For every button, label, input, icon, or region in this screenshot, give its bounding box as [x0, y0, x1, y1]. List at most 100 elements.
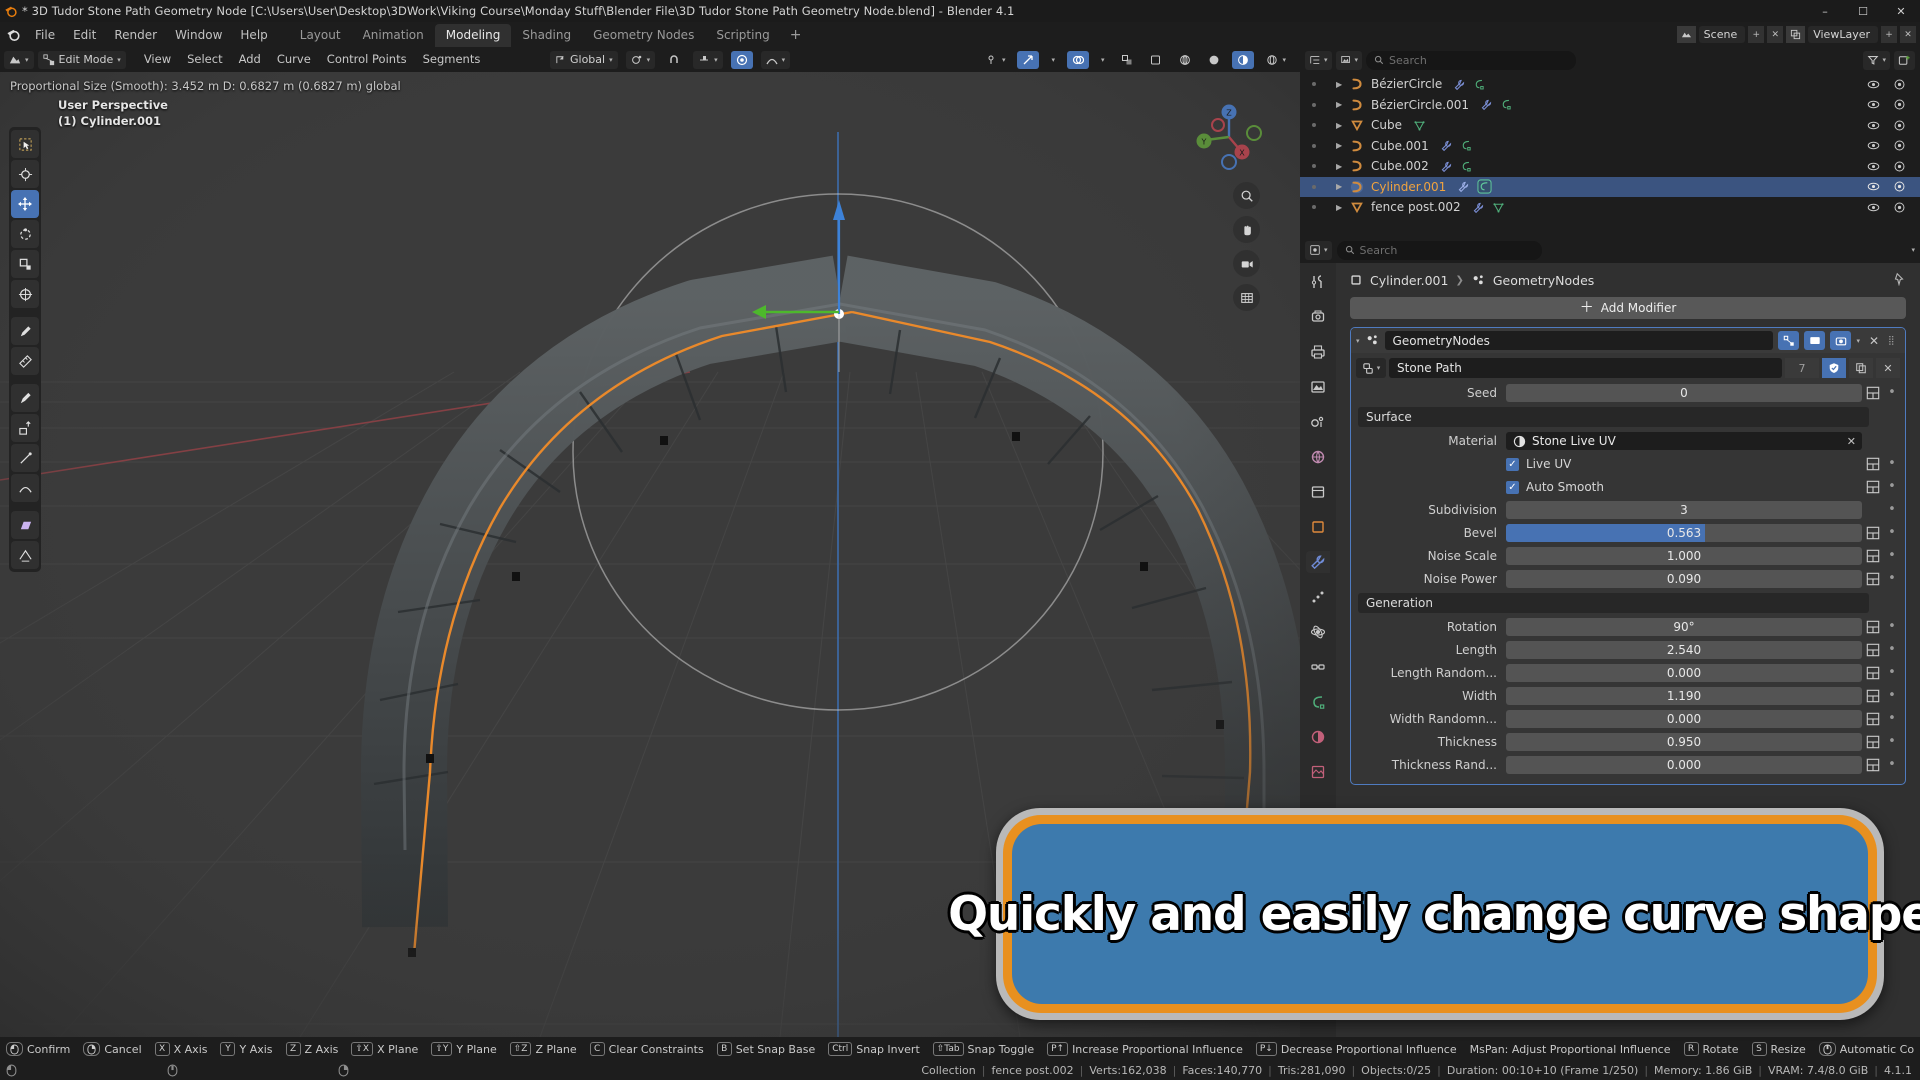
animate-property-dot[interactable]: •	[1884, 645, 1900, 655]
outliner-display-mode-button[interactable]: ▾	[1336, 51, 1363, 70]
animate-property-dot[interactable]: •	[1884, 388, 1900, 398]
scene-browse-icon[interactable]	[1677, 26, 1696, 43]
expand-triangle-icon[interactable]: ▶	[1336, 203, 1342, 212]
outliner-search-input[interactable]: Search	[1366, 51, 1576, 70]
menu-help[interactable]: Help	[231, 24, 276, 46]
toggle-ortho-icon[interactable]	[1233, 284, 1260, 311]
auto-smooth-checkbox[interactable]: ✓	[1506, 481, 1519, 494]
outliner-item-cube-001[interactable]: ▶ Cube.001	[1300, 136, 1920, 157]
properties-search-input[interactable]: Search	[1337, 241, 1542, 260]
drag-handle-icon[interactable]: ⣿	[1888, 338, 1900, 344]
section-generation[interactable]: Generation	[1358, 593, 1869, 613]
tab-layout[interactable]: Layout	[289, 24, 352, 47]
tab-texture[interactable]	[1306, 761, 1330, 783]
viewport-menu-curve[interactable]: Curve	[269, 47, 319, 72]
input-attribute-toggle[interactable]	[1862, 480, 1884, 494]
breadcrumb-object-name[interactable]: Cylinder.001	[1370, 273, 1448, 288]
input-attribute-toggle[interactable]	[1862, 666, 1884, 680]
breadcrumb-modifier-name[interactable]: GeometryNodes	[1493, 273, 1594, 288]
input-attribute-toggle[interactable]	[1862, 386, 1884, 400]
expand-triangle-icon[interactable]: ▶	[1336, 121, 1342, 130]
property-value-field[interactable]: 3	[1506, 501, 1862, 519]
modifier-extras-chevron-icon[interactable]: ▾	[1856, 337, 1860, 345]
modifier-expand-chevron-icon[interactable]: ▾	[1356, 337, 1360, 345]
property-value-field[interactable]: 0.000	[1506, 710, 1862, 728]
pan-hand-icon[interactable]	[1233, 216, 1260, 243]
tool-cursor-icon[interactable]	[11, 160, 39, 188]
shading-rendered-button[interactable]	[1232, 51, 1254, 69]
tool-tilt-icon[interactable]	[11, 474, 39, 502]
scene-selector[interactable]: Scene	[1699, 26, 1746, 43]
show-in-render-toggle[interactable]	[1830, 331, 1851, 350]
property-value-field[interactable]: 0.000	[1506, 756, 1862, 774]
show-gizmo-toggle[interactable]	[1017, 51, 1039, 69]
viewport-menu-view[interactable]: View	[136, 47, 179, 72]
tab-animation[interactable]: Animation	[352, 24, 435, 47]
menu-window[interactable]: Window	[166, 24, 231, 46]
proportional-editing-toggle[interactable]	[731, 51, 753, 69]
editor-type-button[interactable]: ▾	[4, 51, 34, 69]
expand-triangle-icon[interactable]: ▶	[1336, 141, 1342, 150]
tool-scale-icon[interactable]	[11, 250, 39, 278]
properties-options-chevron-icon[interactable]: ▾	[1911, 246, 1915, 254]
navigation-gizmo[interactable]: Z Y X	[1194, 102, 1264, 172]
input-attribute-toggle[interactable]	[1862, 758, 1884, 772]
tool-transform-icon[interactable]	[11, 280, 39, 308]
animate-property-dot[interactable]: •	[1884, 622, 1900, 632]
xray-toggle[interactable]	[1116, 51, 1138, 69]
outliner-item-fence-post-002[interactable]: ▶ fence post.002	[1300, 197, 1920, 218]
tool-radius-icon[interactable]	[11, 444, 39, 472]
viewport-menu-segments[interactable]: Segments	[415, 47, 489, 72]
property-value-field[interactable]: 90°	[1506, 618, 1862, 636]
tab-modeling[interactable]: Modeling	[435, 24, 512, 47]
expand-triangle-icon[interactable]: ▶	[1336, 182, 1342, 191]
unlink-material-button[interactable]: ✕	[1847, 435, 1856, 448]
new-scene-button[interactable]: +	[1748, 26, 1764, 43]
pin-icon[interactable]	[1892, 271, 1906, 290]
tab-collection[interactable]	[1306, 481, 1330, 503]
outliner-item-cube[interactable]: ▶ Cube	[1300, 115, 1920, 136]
tab-output[interactable]	[1306, 341, 1330, 363]
animate-property-dot[interactable]: •	[1884, 668, 1900, 678]
add-workspace-button[interactable]: +	[781, 24, 811, 47]
property-value-field[interactable]: 1.000	[1506, 547, 1862, 565]
viewport-menu-control-points[interactable]: Control Points	[319, 47, 415, 72]
outliner-item-beziercircle-001[interactable]: ▶ BézierCircle.001	[1300, 95, 1920, 116]
overlay-options-chevron[interactable]: ▾	[1096, 51, 1110, 69]
input-attribute-toggle[interactable]	[1862, 572, 1884, 586]
node-group-name-field[interactable]: Stone Path	[1389, 358, 1782, 378]
fake-user-toggle[interactable]	[1822, 358, 1846, 378]
input-attribute-toggle[interactable]	[1862, 712, 1884, 726]
outliner-editor-type-button[interactable]: ▾	[1305, 51, 1332, 70]
tool-annotate-icon[interactable]	[11, 317, 39, 345]
expand-triangle-icon[interactable]: ▶	[1336, 100, 1342, 109]
material-value-field[interactable]: Stone Live UV ✕	[1506, 432, 1862, 450]
node-group-users-count[interactable]: 7	[1785, 358, 1819, 378]
tab-object-data[interactable]	[1306, 691, 1330, 713]
outliner-filter-button[interactable]: ▾	[1863, 51, 1890, 70]
animate-property-dot[interactable]: •	[1884, 551, 1900, 561]
animate-property-dot[interactable]: •	[1884, 505, 1900, 515]
shading-solid-button[interactable]	[1174, 51, 1196, 69]
property-value-field[interactable]: 2.540	[1506, 641, 1862, 659]
remove-modifier-button[interactable]: ✕	[1865, 334, 1883, 348]
duplicate-node-group-button[interactable]	[1849, 358, 1873, 378]
show-overlays-toggle[interactable]	[1067, 51, 1089, 69]
viewport-menu-add[interactable]: Add	[231, 47, 269, 72]
tool-draw-curve-icon[interactable]	[11, 384, 39, 412]
tab-render[interactable]	[1306, 306, 1330, 328]
input-attribute-toggle[interactable]	[1862, 549, 1884, 563]
tab-modifiers[interactable]	[1306, 551, 1330, 573]
transform-orientation-selector[interactable]: Global ▾	[550, 51, 618, 69]
node-group-browse-button[interactable]: ▾	[1356, 358, 1386, 378]
tab-particles[interactable]	[1306, 586, 1330, 608]
outliner-item-cylinder-001[interactable]: ▶ Cylinder.001	[1300, 177, 1920, 198]
tab-object[interactable]	[1306, 516, 1330, 538]
viewport-menu-select[interactable]: Select	[179, 47, 230, 72]
animate-property-dot[interactable]: •	[1884, 482, 1900, 492]
animate-property-dot[interactable]: •	[1884, 459, 1900, 469]
outliner-editor[interactable]: ▾ ▾ Search ▾ ▶	[1300, 47, 1920, 237]
animate-property-dot[interactable]: •	[1884, 760, 1900, 770]
tool-shrink-fatten-icon[interactable]	[11, 541, 39, 569]
outliner-item-beziercircle[interactable]: ▶ BézierCircle	[1300, 74, 1920, 95]
